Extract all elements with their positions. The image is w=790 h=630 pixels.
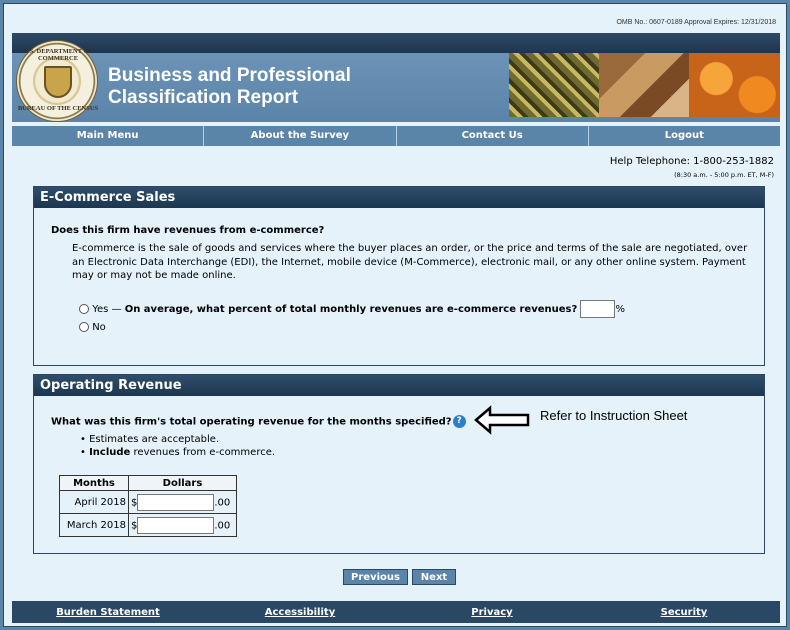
footer-burden-statement[interactable]: Burden Statement: [12, 601, 204, 623]
header-photo-strip: [509, 53, 780, 117]
cents-label: .00: [214, 520, 231, 531]
footer-security[interactable]: Security: [588, 601, 780, 623]
ecommerce-question: Does this firm have revenues from e-comm…: [51, 225, 325, 236]
app-title-line1: Business and Professional: [108, 65, 351, 86]
main-nav: Main Menu About the Survey Contact Us Lo…: [12, 126, 780, 146]
operating-question-row: What was this firm's total operating rev…: [51, 415, 466, 428]
seal-shield-icon: [44, 66, 72, 98]
omb-notice: OMB No.: 0607-0189 Approval Expires: 12/…: [616, 19, 776, 26]
april-2018-dollars-input[interactable]: [137, 493, 215, 511]
footer-accessibility[interactable]: Accessibility: [204, 601, 396, 623]
nav-logout[interactable]: Logout: [589, 126, 780, 146]
percent-sign: %: [615, 304, 625, 315]
nav-main-menu[interactable]: Main Menu: [12, 126, 205, 146]
previous-button[interactable]: Previous: [343, 569, 408, 585]
march-2018-dollars-input[interactable]: [137, 516, 215, 534]
refer-instruction-note: Refer to Instruction Sheet: [540, 408, 688, 423]
months-header: Months: [59, 475, 129, 491]
operating-question: What was this firm's total operating rev…: [51, 416, 452, 428]
month-label: March 2018: [59, 513, 129, 537]
yes-radio[interactable]: [79, 304, 89, 314]
boxes-photo: [599, 53, 689, 117]
ecommerce-heading: E-Commerce Sales: [34, 187, 764, 208]
no-radio[interactable]: [79, 322, 89, 332]
dollars-header: Dollars: [128, 475, 237, 491]
header-top-band: [12, 33, 780, 53]
question-help-icon[interactable]: ?: [452, 415, 466, 428]
census-seal-logo: U.S. DEPARTMENT OF COMMERCE BUREAU OF TH…: [16, 40, 98, 122]
app-title-line2: Classification Report: [108, 87, 299, 108]
ecommerce-section: E-Commerce Sales Does this firm have rev…: [33, 186, 765, 366]
cents-label: .00: [214, 497, 231, 508]
ecommerce-percent-input[interactable]: [580, 300, 616, 318]
operating-revenue-section: Operating Revenue What was this firm's t…: [33, 374, 765, 554]
help-telephone: Help Telephone: 1-800-253-1882: [609, 156, 774, 167]
revenue-table-header: Months Dollars: [59, 475, 237, 491]
seal-text-bottom: BUREAU OF THE CENSUS: [17, 105, 99, 112]
footer-links: Burden Statement Accessibility Privacy S…: [12, 601, 780, 623]
yes-label: Yes —: [92, 304, 122, 315]
seal-text-top: U.S. DEPARTMENT OF COMMERCE: [23, 48, 93, 62]
nav-contact-us[interactable]: Contact Us: [397, 126, 589, 146]
nav-about-survey[interactable]: About the Survey: [204, 126, 397, 146]
help-hours: (8:30 a.m. - 5:00 p.m. ET, M-F): [674, 171, 774, 179]
bullet-include: • Include revenues from e-commerce.: [80, 447, 276, 458]
operating-heading: Operating Revenue: [34, 375, 764, 396]
bullet-estimates: • Estimates are acceptable.: [80, 434, 220, 445]
no-label: No: [92, 322, 106, 333]
next-button[interactable]: Next: [412, 569, 456, 585]
month-label: April 2018: [59, 490, 129, 514]
page-frame: OMB No.: 0607-0189 Approval Expires: 12/…: [3, 3, 787, 627]
revenue-table: Months Dollars April 2018 $ .00 March 201…: [59, 475, 237, 537]
table-row: March 2018 $ .00: [59, 513, 237, 537]
oranges-photo: [689, 53, 780, 117]
hardware-photo: [509, 53, 599, 117]
app-title: Business and Professional Classification…: [108, 65, 351, 109]
ecommerce-yes-option: Yes — On average, what percent of total …: [79, 300, 625, 318]
ecommerce-no-option: No: [79, 322, 106, 333]
dollar-cell: $ .00: [128, 513, 237, 537]
dollar-cell: $ .00: [128, 490, 237, 514]
header-banner: U.S. DEPARTMENT OF COMMERCE BUREAU OF TH…: [12, 40, 780, 122]
table-row: April 2018 $ .00: [59, 490, 237, 514]
ecommerce-definition: E-commerce is the sale of goods and serv…: [72, 243, 748, 281]
left-arrow-icon: [474, 405, 530, 435]
operating-bullets: • Estimates are acceptable. • Include re…: [80, 433, 275, 459]
footer-privacy[interactable]: Privacy: [396, 601, 588, 623]
yes-followup-question: On average, what percent of total monthl…: [124, 304, 578, 315]
